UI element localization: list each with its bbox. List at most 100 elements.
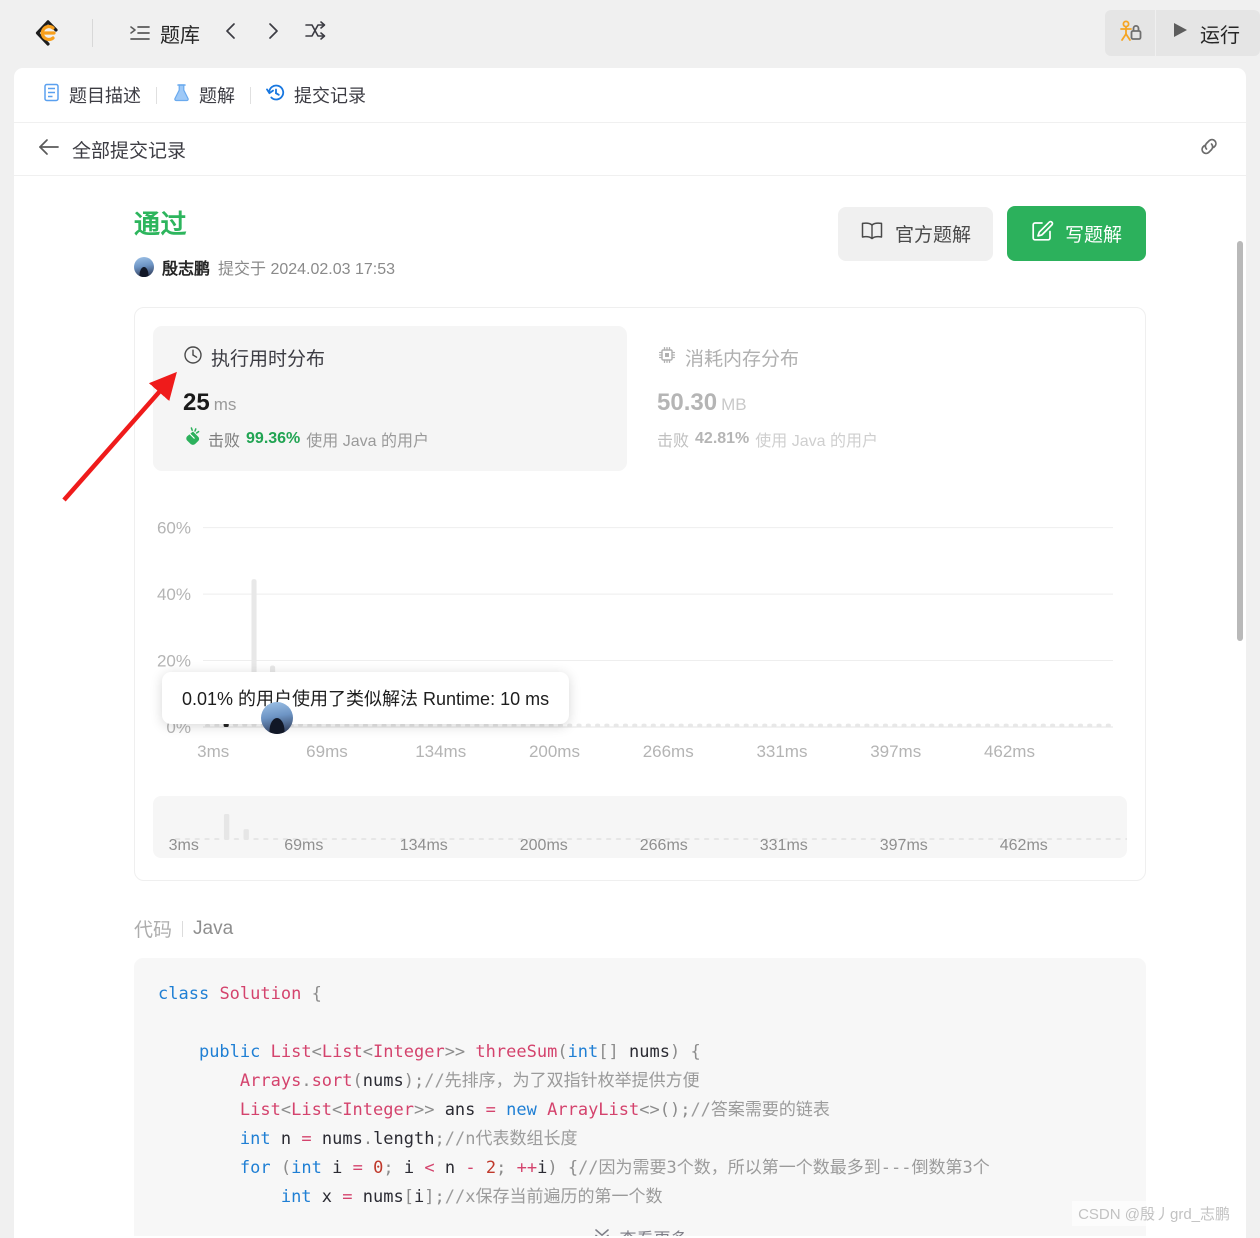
write-solution-button[interactable]: 写题解 [1006, 206, 1146, 261]
runtime-stat-panel[interactable]: 执行用时分布 25 ms 击败 99.36% 使用 Java 的用户 [153, 326, 627, 471]
memory-unit: MB [721, 395, 747, 414]
memory-beat-suffix: 使用 Java 的用户 [755, 433, 878, 450]
code-block[interactable]: class Solution { public List<List<Intege… [134, 958, 1146, 1236]
stats-card: 执行用时分布 25 ms 击败 99.36% 使用 Java 的用户 消耗内存分… [134, 307, 1146, 881]
problemset-nav-button[interactable]: 题库 [121, 13, 208, 54]
chevron-double-down-icon [593, 1226, 611, 1236]
svg-text:134ms: 134ms [415, 742, 466, 761]
svg-text:397ms: 397ms [880, 837, 928, 854]
svg-text:134ms: 134ms [400, 837, 448, 854]
memory-chip-icon [657, 345, 677, 371]
memory-beat-percent: 42.81% [695, 430, 750, 447]
sub-header: 全部提交记录 [14, 123, 1246, 176]
svg-text:20%: 20% [157, 652, 191, 671]
chevron-left-icon [221, 21, 241, 46]
solution-actions: 官方题解 写题解 [837, 206, 1146, 261]
memory-stat-panel[interactable]: 消耗内存分布 50.30 MB 击败 42.81% 使用 Java 的用户 [627, 326, 1127, 471]
memory-stat-header: 消耗内存分布 [657, 344, 1105, 371]
svg-text:266ms: 266ms [643, 742, 694, 761]
runtime-stat-header: 执行用时分布 [183, 344, 605, 371]
submitter-name: 殷志鹏 [162, 261, 211, 278]
watermark: CSDN @殷丿grd_志鹏 [1072, 1201, 1236, 1226]
memory-stat-title: 消耗内存分布 [685, 349, 800, 370]
svg-text:397ms: 397ms [870, 742, 921, 761]
scrollbar-thumb[interactable] [1237, 241, 1243, 641]
list-icon [129, 22, 151, 44]
submission-timestamp: 提交于 2024.02.03 17:53 [218, 261, 396, 278]
link-icon[interactable] [1196, 134, 1222, 165]
tab-label: 题目描述 [69, 86, 141, 106]
vertical-scrollbar[interactable] [1236, 176, 1244, 1236]
tab-label: 提交记录 [294, 86, 366, 106]
top-navigation-bar: 题库 运行 [0, 0, 1260, 66]
tab-separator [250, 86, 251, 104]
pencil-square-icon [1031, 219, 1054, 248]
tab-separator [156, 86, 157, 104]
svg-text:200ms: 200ms [520, 837, 568, 854]
chart-tooltip: 0.01% 的用户使用了类似解法 Runtime: 10 ms [162, 672, 570, 724]
leetcode-logo-icon[interactable] [29, 16, 63, 50]
avatar [134, 257, 154, 277]
runtime-distribution-chart[interactable]: 0% 20% 40% 60% 3ms 69ms 134ms 200ms 266ms 331ms 39… [153, 497, 1127, 782]
chevron-right-icon [263, 21, 283, 46]
svg-text:266ms: 266ms [640, 837, 688, 854]
svg-text:3ms: 3ms [197, 742, 229, 761]
logo-container[interactable] [0, 16, 92, 50]
book-icon [860, 220, 884, 248]
document-icon [42, 83, 61, 107]
debug-lock-button[interactable] [1105, 10, 1155, 56]
tab-submissions[interactable]: 提交记录 [256, 78, 376, 112]
breadcrumb: 全部提交记录 [72, 140, 187, 162]
official-solution-label: 官方题解 [894, 225, 971, 246]
main-panel: 题目描述 题解 提交记录 全部提交记录 通过 殷志鹏 提交于 2024.02.0… [14, 68, 1246, 1238]
random-problem-button[interactable] [296, 14, 334, 52]
chart-canvas[interactable]: 0%20%40%60%3ms 69ms 134ms 200ms 266ms 331ms 39… [153, 497, 1153, 782]
svg-text:3ms: 3ms [169, 837, 199, 854]
code-section-label: 代码 [134, 920, 173, 941]
code-section-header: 代码 Java [134, 915, 1146, 942]
svg-text:60%: 60% [157, 519, 191, 538]
nav-divider [92, 19, 93, 47]
svg-text:200ms: 200ms [529, 742, 580, 761]
runtime-beat-percent: 99.36% [246, 430, 301, 447]
arrow-left-icon [37, 137, 61, 162]
code-language-label: Java [193, 917, 234, 939]
code-content: class Solution { public List<List<Intege… [158, 984, 990, 1207]
memory-beat-line: 击败 42.81% 使用 Java 的用户 [657, 427, 1105, 451]
tab-problem-description[interactable]: 题目描述 [32, 78, 151, 112]
tab-label: 题解 [199, 86, 235, 106]
runtime-beat-suffix: 使用 Java 的用户 [306, 433, 429, 450]
stats-row: 执行用时分布 25 ms 击败 99.36% 使用 Java 的用户 消耗内存分… [153, 326, 1127, 471]
run-button[interactable]: 运行 [1156, 10, 1260, 56]
clock-icon [183, 345, 203, 371]
shuffle-icon [304, 20, 326, 47]
history-icon [266, 83, 286, 108]
runtime-unit: ms [213, 395, 237, 414]
expand-code-button[interactable]: 查看更多 [134, 1212, 1146, 1236]
svg-text:69ms: 69ms [284, 837, 323, 854]
runtime-stat-title: 执行用时分布 [211, 349, 326, 370]
next-problem-button[interactable] [254, 14, 292, 52]
svg-text:40%: 40% [157, 585, 191, 604]
back-button[interactable] [36, 136, 62, 162]
chart-range-brush[interactable]: 3ms 69ms 134ms 200ms 266ms 331ms 397ms 462ms [153, 796, 1127, 858]
chart-hover-avatar [261, 702, 293, 734]
runtime-beat-line: 击败 99.36% 使用 Java 的用户 [183, 427, 605, 451]
runtime-beat-prefix: 击败 [208, 433, 241, 450]
debug-lock-icon [1117, 18, 1143, 49]
code-header-divider [182, 920, 184, 937]
brush-canvas[interactable]: 3ms 69ms 134ms 200ms 266ms 331ms 397ms 462ms [153, 796, 1127, 858]
expand-code-label: 查看更多 [620, 1225, 688, 1237]
memory-value: 50.30 MB [657, 389, 1105, 417]
svg-text:331ms: 331ms [760, 837, 808, 854]
memory-beat-prefix: 击败 [657, 433, 690, 450]
prev-problem-button[interactable] [212, 14, 250, 52]
svg-text:462ms: 462ms [984, 742, 1035, 761]
svg-text:331ms: 331ms [756, 742, 807, 761]
runtime-value: 25 ms [183, 389, 605, 417]
tab-solutions[interactable]: 题解 [162, 78, 245, 112]
tab-bar: 题目描述 题解 提交记录 [14, 68, 1246, 123]
submission-detail-content: 通过 殷志鹏 提交于 2024.02.03 17:53 官方题解 写题解 执行用… [14, 176, 1246, 1236]
run-button-label: 运行 [1200, 24, 1240, 47]
official-solution-button[interactable]: 官方题解 [837, 206, 993, 261]
